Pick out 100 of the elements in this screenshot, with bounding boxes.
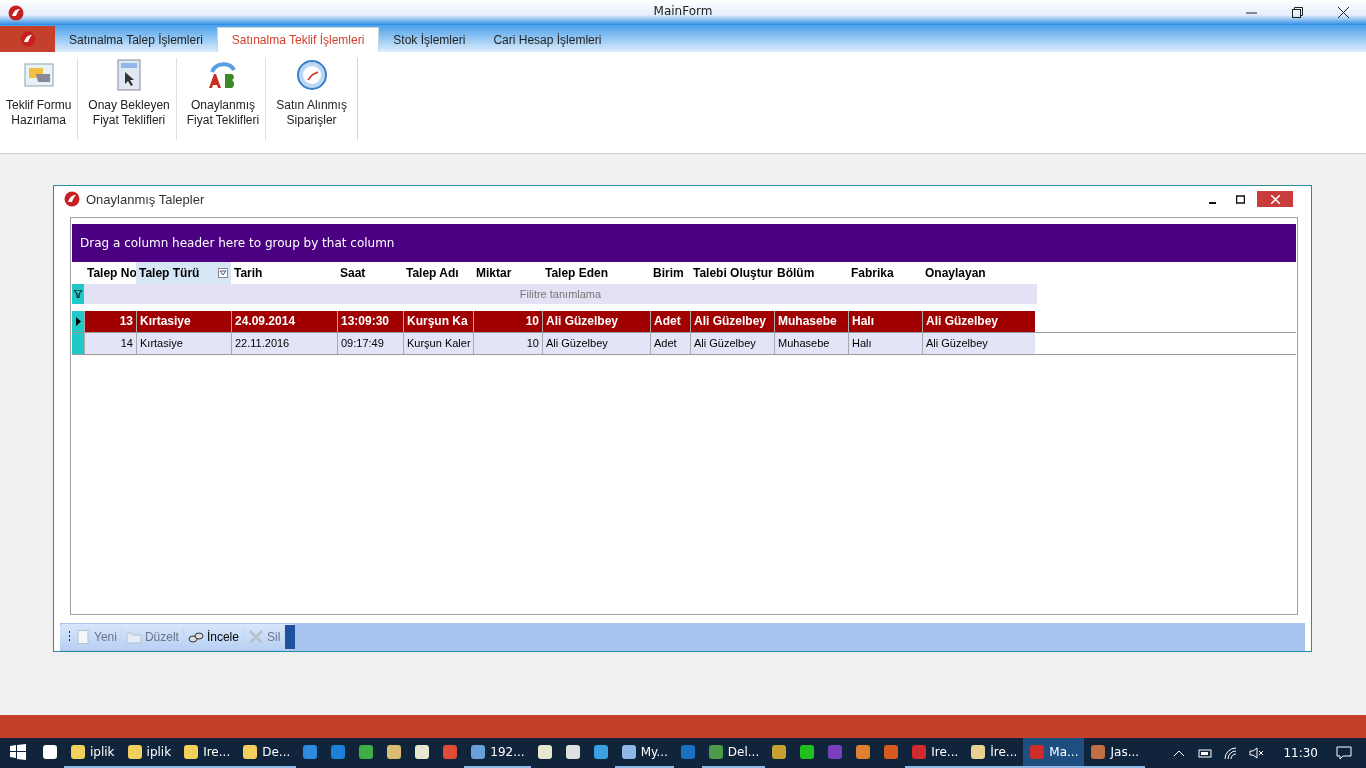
table-cell: Muhasebe: [774, 332, 848, 354]
table-cell: Kırtasiye: [136, 310, 231, 332]
windows-icon: [10, 744, 26, 760]
filter-row[interactable]: Filitre tanımlama: [84, 283, 1037, 304]
app-icon: [620, 744, 637, 760]
toolbar-overflow-button[interactable]: [285, 625, 296, 650]
column-header[interactable]: Talep Adı: [403, 261, 473, 284]
app-icon: [1029, 744, 1046, 760]
taskbar-button[interactable]: Ma...: [1023, 738, 1085, 768]
app-icon: [386, 744, 403, 760]
ribbon-tab[interactable]: Satınalma Talep İşlemleri: [55, 27, 217, 52]
taskbar-button[interactable]: De...: [236, 738, 297, 768]
column-header[interactable]: Birim: [650, 261, 690, 284]
filter-icon: [74, 289, 82, 298]
ribbon-tab[interactable]: Cari Hesap İşlemleri: [479, 27, 616, 52]
app-icon: [183, 744, 200, 760]
taskbar-button[interactable]: iplik: [120, 738, 178, 768]
table-cell: Ali Güzelbey: [922, 332, 1035, 354]
window-logo: [64, 191, 80, 208]
taskbar-button[interactable]: Jas...: [1084, 738, 1146, 768]
maximize-icon: [1235, 194, 1245, 204]
volume-muted-icon[interactable]: [1249, 746, 1266, 760]
app-logo: [8, 4, 24, 21]
column-header[interactable]: Miktar: [473, 261, 542, 284]
app-icon: [302, 744, 319, 760]
column-header[interactable]: Bölüm: [774, 261, 848, 284]
filter-dropdown-icon[interactable]: [218, 267, 228, 278]
app-icon: [242, 744, 259, 760]
battery-icon[interactable]: [1197, 746, 1214, 760]
close-icon: [1337, 7, 1349, 18]
column-header[interactable]: Talep Türü: [136, 261, 231, 284]
taskbar-button[interactable]: 192...: [464, 738, 531, 768]
notification-icon[interactable]: [1336, 746, 1352, 760]
column-header[interactable]: Talep No: [84, 261, 136, 284]
ribbon-button[interactable]: Onaylanmış Fiyat Teklifleri: [180, 58, 267, 140]
delete-icon: [247, 630, 264, 645]
app-icon: [358, 744, 375, 760]
app-icon: [799, 744, 816, 760]
close-icon: [1270, 194, 1280, 204]
app-icon: [1090, 744, 1107, 760]
ribbon-tab[interactable]: Satınalma Teklif İşlemleri: [216, 27, 380, 52]
toolbar-button[interactable]: İncele: [183, 627, 244, 648]
app-icon: [911, 744, 928, 760]
app-icon: [771, 744, 788, 760]
app-icon: [442, 744, 459, 760]
table-cell: Ali Güzelbey: [542, 310, 650, 332]
clock[interactable]: 11:30: [1283, 746, 1318, 760]
table-cell: 10: [473, 310, 542, 332]
group-panel-hint: Drag a column header here to group by that column: [80, 235, 395, 250]
row-pointer-icon: [75, 316, 81, 326]
app-icon: [126, 744, 143, 760]
restore-icon: [1291, 7, 1303, 18]
app-icon: [564, 744, 581, 760]
taskbar-button[interactable]: Ire...: [905, 738, 965, 768]
taskbar-button[interactable]: Del...: [701, 738, 766, 768]
group-panel[interactable]: Drag a column header here to group by that column: [72, 223, 1296, 262]
glasses-icon: [187, 630, 204, 645]
table-cell: Halı: [848, 310, 922, 332]
column-header[interactable]: Onaylayan: [922, 261, 1035, 284]
app-icon: [855, 744, 872, 760]
ribbon-tab[interactable]: Stok İşlemleri: [379, 27, 480, 52]
app-icon: [414, 744, 431, 760]
app-icon: [42, 744, 58, 760]
column-header[interactable]: Talep Eden: [542, 261, 650, 284]
app-icon: [592, 744, 609, 760]
close-button[interactable]: [1257, 191, 1293, 208]
child-window-title: Onaylanmış Talepler: [86, 191, 205, 207]
table-cell: Halı: [848, 332, 922, 354]
ribbon-button[interactable]: Onay Bekleyen Fiyat Teklifleri: [82, 58, 177, 140]
table-cell: 24.09.2014: [231, 310, 337, 332]
table-cell: Ali Güzelbey: [690, 332, 774, 354]
app-icon: [707, 744, 724, 760]
table-cell: Kurşun Ka: [403, 310, 473, 332]
column-header[interactable]: Fabrika: [848, 261, 922, 284]
app-icon: [70, 744, 86, 760]
app-logo: [19, 31, 36, 47]
table-cell: 10: [473, 332, 542, 354]
column-header[interactable]: Talebi Oluştur: [690, 261, 774, 284]
column-header[interactable]: Tarih: [231, 261, 337, 284]
page-icon: [75, 630, 91, 645]
table-cell: Ali Güzelbey: [542, 332, 650, 354]
minimize-icon: [1208, 201, 1216, 204]
taskbar-button[interactable]: iplik: [64, 738, 121, 768]
ribbon-button[interactable]: Satın Alınmış Siparişler: [270, 58, 353, 140]
table-cell: Adet: [650, 310, 690, 332]
table-cell: Ali Güzelbey: [690, 310, 774, 332]
column-header[interactable]: Saat: [337, 261, 403, 284]
row-indicator[interactable]: [72, 310, 84, 332]
table-cell: Kurşun Kaler: [403, 332, 473, 354]
table-cell: 13: [84, 310, 136, 332]
app-icon: [330, 744, 347, 760]
taskbar-button[interactable]: Ire...: [177, 738, 237, 768]
taskbar-button[interactable]: My...: [614, 738, 674, 768]
table-cell: 14: [84, 332, 136, 354]
app-icon: [679, 744, 696, 760]
window-title: MainForm: [653, 4, 713, 18]
table-cell: 22.11.2016: [231, 332, 337, 354]
clock-icon: [294, 58, 329, 92]
ribbon-button[interactable]: Teklif Formu Hazırlama: [0, 58, 79, 140]
table-cell: 13:09:30: [337, 310, 403, 332]
